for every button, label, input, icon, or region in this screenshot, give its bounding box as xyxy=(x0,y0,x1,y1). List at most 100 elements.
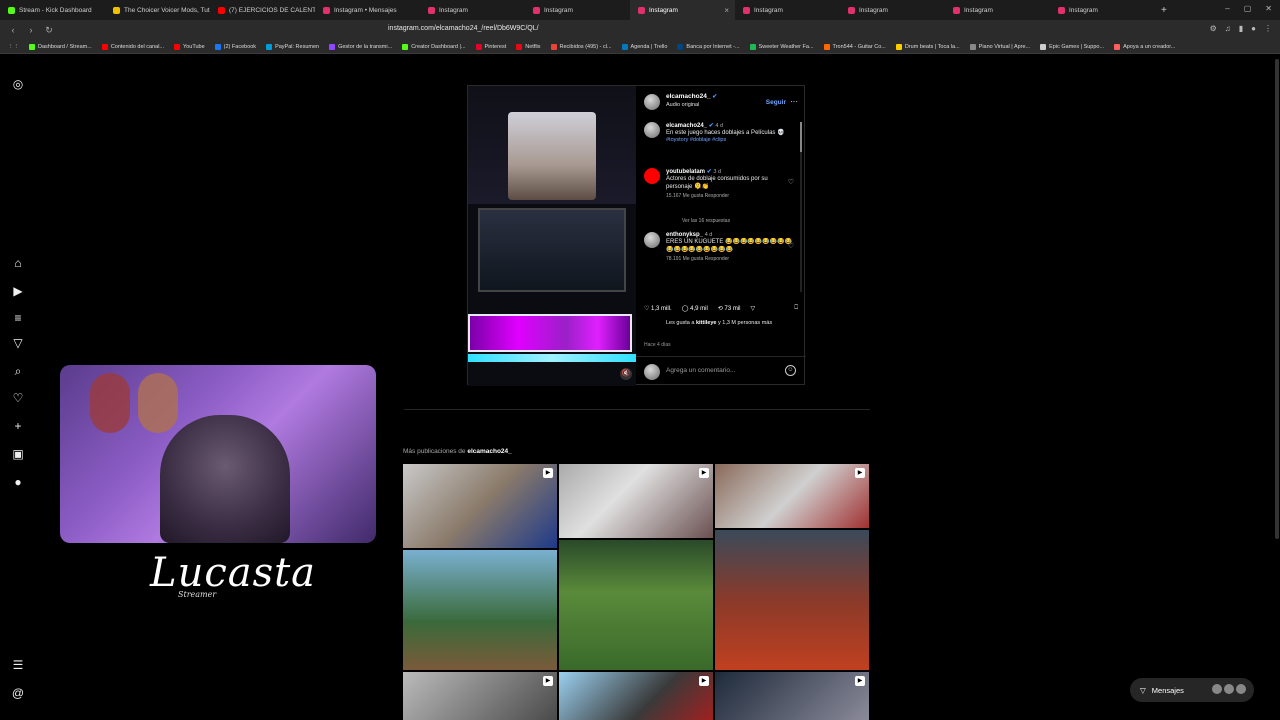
more-posts-user[interactable]: elcamacho24_ xyxy=(467,448,511,455)
reel-username[interactable]: elcamacho24_ xyxy=(666,93,710,100)
more-posts-prefix: Más publicaciones de xyxy=(403,448,466,455)
bookmark-item[interactable]: Recibidos (495) - cl... xyxy=(550,43,612,50)
avatar[interactable] xyxy=(644,94,660,110)
comment-meta[interactable]: 15.167 Me gusta Responder xyxy=(666,193,794,199)
notifications-heart-icon[interactable]: ♡ xyxy=(10,390,26,406)
maximize-icon[interactable]: ▢ xyxy=(1244,4,1252,13)
browser-tab[interactable]: Instagram xyxy=(1050,0,1155,20)
reels-icon[interactable]: ▶ xyxy=(10,283,26,299)
bookmark-item[interactable]: Drum beats | Toca la... xyxy=(895,43,960,50)
profile-icon[interactable]: ● xyxy=(1251,24,1256,33)
post-thumbnail[interactable] xyxy=(715,530,869,670)
browser-tab[interactable]: Instagram xyxy=(840,0,945,20)
share-icon[interactable]: ▽ xyxy=(751,305,756,312)
forward-icon[interactable]: › xyxy=(26,25,36,35)
view-replies[interactable]: Ver las 16 respuestas xyxy=(644,216,794,224)
avatar[interactable] xyxy=(644,122,660,138)
post-thumbnail[interactable]: ▶ xyxy=(715,464,869,528)
browser-tab[interactable]: Instagram xyxy=(525,0,630,20)
view-replies-text[interactable]: Ver las 16 respuestas xyxy=(682,218,794,224)
bookmark-item[interactable]: Banca por Internet -... xyxy=(677,43,740,50)
browser-tab[interactable]: The Choicer Voicer Mods, Tut xyxy=(105,0,210,20)
bookmark-item[interactable]: Piano Virtual | Apre... xyxy=(969,43,1030,50)
bookmark-item[interactable]: Contenido del canal... xyxy=(101,43,164,50)
bookmark-item[interactable]: YouTube xyxy=(174,43,205,50)
minimize-icon[interactable]: – xyxy=(1225,4,1229,13)
liked-by-suffix[interactable]: y 1,3 M personas más xyxy=(718,320,772,326)
sidebar-toggle-icon[interactable]: ▮ xyxy=(1239,24,1243,33)
threads-icon[interactable]: @ xyxy=(10,685,26,701)
post-thumbnail[interactable]: ▶ xyxy=(403,672,557,720)
bookmark-item[interactable]: Tron544 - Guitar Co... xyxy=(823,43,886,50)
bookmark-item[interactable]: Creator Dashboard |... xyxy=(402,43,466,50)
shares-count: 73 mil xyxy=(724,305,741,312)
browser-tab[interactable]: (7) EJERCICIOS DE CALENTAM xyxy=(210,0,315,20)
follow-button[interactable]: Seguir xyxy=(766,99,786,106)
audio-label[interactable]: Audio original xyxy=(666,102,699,108)
new-tab-icon[interactable]: + xyxy=(1161,5,1167,16)
url-field[interactable]: instagram.com/elcamacho24_/reel/Db6W9C/Q… xyxy=(388,25,539,32)
more-menu-icon[interactable]: ☰ xyxy=(10,657,26,673)
browser-tab[interactable]: Instagram xyxy=(735,0,840,20)
browser-tab[interactable]: Stream - Kick Dashboard xyxy=(0,0,105,20)
repost-button[interactable]: ⟲ 73 mil xyxy=(718,305,741,312)
post-thumbnail[interactable]: ▶ xyxy=(403,464,557,548)
reload-icon[interactable]: ↻ xyxy=(44,25,54,36)
apps-icon[interactable]: ⋮⋮ xyxy=(8,44,19,50)
reel-video[interactable]: 🔇 xyxy=(468,86,636,386)
instagram-logo-icon[interactable]: ◎ xyxy=(10,76,26,92)
more-options-icon[interactable]: ··· xyxy=(790,97,798,106)
like-comment-icon[interactable]: ♡ xyxy=(788,242,794,250)
music-icon[interactable]: ♫ xyxy=(1225,24,1231,33)
tab-label: (7) EJERCICIOS DE CALENTAM xyxy=(229,6,315,14)
emoji-icon[interactable]: ☺ xyxy=(785,365,796,376)
bookmark-item[interactable]: Netflix xyxy=(516,43,541,50)
post-thumbnail[interactable] xyxy=(559,540,713,670)
explore-icon[interactable]: ≡ xyxy=(10,310,26,326)
comment-meta[interactable]: 78.191 Me gusta Responder xyxy=(666,256,794,262)
bookmark-item[interactable]: Epic Games | Suppo... xyxy=(1040,43,1104,50)
search-icon[interactable]: ⌕ xyxy=(10,363,26,379)
comment-hashtags[interactable]: #toystory #doblaje #clips xyxy=(666,137,794,143)
liked-by-user[interactable]: kittileye xyxy=(696,320,716,326)
close-window-icon[interactable]: ✕ xyxy=(1265,4,1272,13)
bookmark-item[interactable]: Sweeter Weather Fa... xyxy=(749,43,814,50)
browser-tab[interactable]: Instagram × xyxy=(630,0,735,20)
save-icon[interactable]: ⎕ xyxy=(794,305,798,312)
post-thumbnail[interactable]: ▶ xyxy=(559,464,713,538)
comment-button[interactable]: ◯ 4,9 mil xyxy=(682,305,708,312)
page-scrollbar[interactable] xyxy=(1275,59,1279,539)
tab-favicon-icon xyxy=(1058,6,1065,14)
like-comment-icon[interactable]: ♡ xyxy=(788,178,794,186)
bookmark-item[interactable]: Gestor de la transmi... xyxy=(329,43,392,50)
browser-tab[interactable]: Instagram xyxy=(420,0,525,20)
extension-icon[interactable]: ⚙ xyxy=(1210,24,1217,33)
bookmark-item[interactable]: Apoya a un creador... xyxy=(1114,43,1175,50)
direct-icon[interactable]: ▽ xyxy=(10,335,26,351)
bookmark-item[interactable]: PayPal: Resumen xyxy=(266,43,319,50)
bookmark-item[interactable]: Pinterest xyxy=(475,43,506,50)
add-comment-input[interactable]: Agrega un comentario... xyxy=(666,367,735,374)
menu-icon[interactable]: ⋮ xyxy=(1264,24,1272,33)
mute-icon[interactable]: 🔇 xyxy=(620,368,632,380)
avatar[interactable] xyxy=(644,168,660,184)
back-icon[interactable]: ‹ xyxy=(8,25,18,35)
home-icon[interactable]: ⌂ xyxy=(10,255,26,271)
browser-tab[interactable]: Instagram • Mensajes xyxy=(315,0,420,20)
close-tab-icon[interactable]: × xyxy=(724,6,729,15)
avatar[interactable] xyxy=(644,232,660,248)
bookmark-item[interactable]: (2) Facebook xyxy=(214,43,256,50)
bookmark-label: Netflix xyxy=(525,43,541,50)
browser-tab[interactable]: Instagram xyxy=(945,0,1050,20)
post-thumbnail[interactable] xyxy=(403,550,557,670)
like-button[interactable]: ♡ 1,3 mill. xyxy=(644,305,672,312)
post-thumbnail[interactable]: ▶ xyxy=(715,672,869,720)
bookmark-item[interactable]: Agenda | Trello xyxy=(621,43,667,50)
create-icon[interactable]: + xyxy=(10,418,26,434)
post-thumbnail[interactable]: ▶ xyxy=(559,672,713,720)
profile-avatar-icon[interactable]: ● xyxy=(10,474,26,490)
comments-scroll-thumb[interactable] xyxy=(800,122,802,152)
dashboard-icon[interactable]: ▣ xyxy=(10,446,26,462)
messages-button[interactable]: ▽ Mensajes xyxy=(1130,678,1254,702)
bookmark-item[interactable]: Dashboard / Stream... xyxy=(29,43,92,50)
